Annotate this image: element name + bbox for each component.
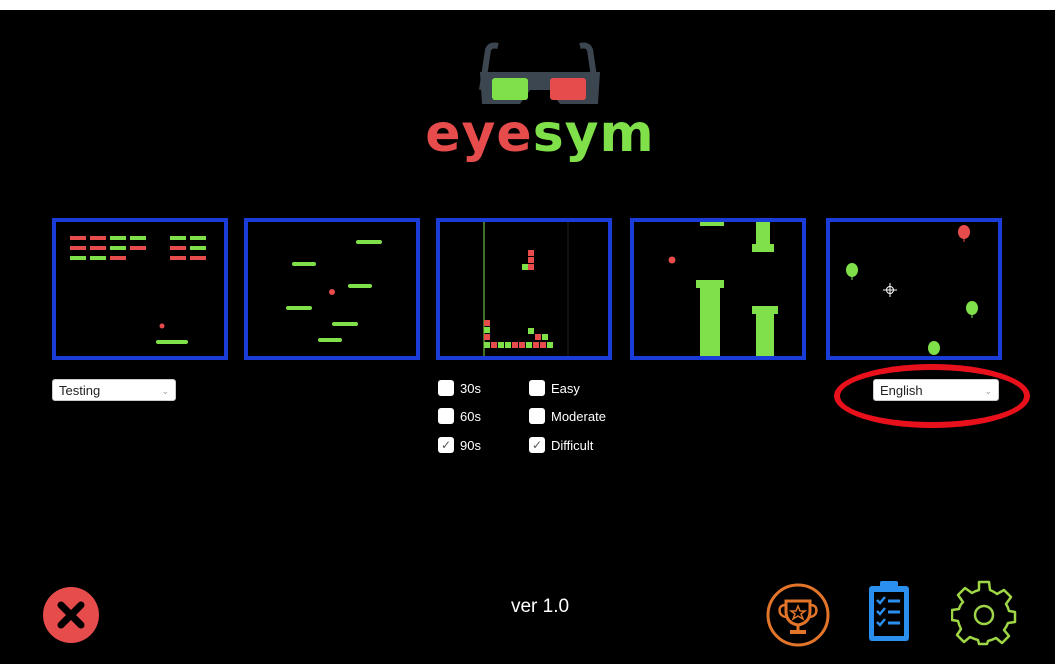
top-strip xyxy=(0,0,1055,10)
language-select[interactable]: English ⌄ xyxy=(873,379,999,401)
duration-label: 60s xyxy=(460,408,481,424)
difficulty-label: Difficult xyxy=(551,437,594,453)
duration-60s-checkbox[interactable]: 60s xyxy=(438,408,481,424)
app-logo: eyesym xyxy=(400,42,680,164)
difficulty-difficult-checkbox[interactable]: ✓ Difficult xyxy=(529,437,593,453)
chevron-down-icon: ⌄ xyxy=(984,386,992,396)
difficulty-label: Easy xyxy=(551,380,580,396)
duration-90s-checkbox[interactable]: ✓ 90s xyxy=(438,437,481,453)
duration-label: 30s xyxy=(460,380,481,396)
breakout-game-tile[interactable] xyxy=(52,218,228,360)
checkbox-box xyxy=(529,408,545,424)
jumper-game-tile[interactable] xyxy=(244,218,420,360)
clipboard-icon[interactable] xyxy=(866,578,912,644)
tetris-game-tile[interactable] xyxy=(436,218,612,360)
difficulty-label: Moderate xyxy=(551,408,606,424)
balloon-shooter-game-tile[interactable] xyxy=(826,218,1002,360)
chevron-down-icon: ⌄ xyxy=(161,386,169,396)
version-label: ver 1.0 xyxy=(510,596,570,617)
duration-30s-checkbox[interactable]: 30s xyxy=(438,380,481,396)
duration-label: 90s xyxy=(460,437,481,453)
mode-select-value: Testing xyxy=(59,383,101,398)
close-icon[interactable] xyxy=(42,586,100,644)
checkbox-box xyxy=(438,408,454,424)
glasses-icon xyxy=(479,42,600,104)
checkmark-icon: ✓ xyxy=(438,437,454,453)
mode-select[interactable]: Testing ⌄ xyxy=(52,379,176,401)
checkbox-box xyxy=(529,380,545,396)
flappy-game-tile[interactable] xyxy=(630,218,806,360)
logo-text: eyesym xyxy=(425,104,655,164)
checkmark-icon: ✓ xyxy=(529,437,545,453)
difficulty-moderate-checkbox[interactable]: Moderate xyxy=(529,408,606,424)
difficulty-easy-checkbox[interactable]: Easy xyxy=(529,380,580,396)
checkbox-box xyxy=(438,380,454,396)
gear-icon[interactable] xyxy=(951,580,1017,646)
trophy-icon[interactable] xyxy=(766,583,830,647)
language-select-value: English xyxy=(880,383,923,398)
